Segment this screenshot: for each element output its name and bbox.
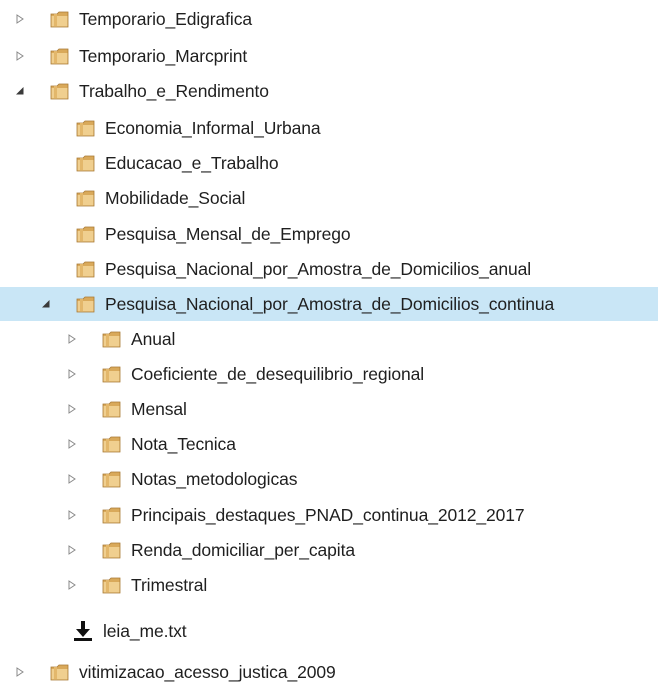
tree-item-coeficiente[interactable]: Coeficiente_de_desequilibrio_regional — [0, 357, 658, 391]
expand-arrow-icon[interactable] — [12, 655, 28, 689]
folder-icon — [76, 226, 95, 243]
folder-icon — [102, 366, 121, 383]
tree-item-label: Educacao_e_Trabalho — [105, 153, 279, 173]
tree-item-renda-domiciliar[interactable]: Renda_domiciliar_per_capita — [0, 533, 658, 567]
tree-item-economia-informal-urbana[interactable]: Economia_Informal_Urbana — [0, 111, 658, 145]
tree-item-label: Anual — [131, 329, 176, 349]
folder-icon — [102, 471, 121, 488]
tree-item-trimestral[interactable]: Trimestral — [0, 568, 658, 602]
tree-item-anual[interactable]: Anual — [0, 322, 658, 356]
collapse-arrow-icon[interactable] — [38, 287, 54, 321]
tree-item-label: Pesquisa_Mensal_de_Emprego — [105, 224, 351, 244]
folder-icon — [102, 331, 121, 348]
expand-arrow-icon[interactable] — [64, 357, 80, 391]
tree-item-label: Temporario_Marcprint — [79, 46, 248, 66]
tree-item-pnad-continua[interactable]: Pesquisa_Nacional_por_Amostra_de_Domicil… — [0, 287, 658, 321]
tree-item-label: Mobilidade_Social — [105, 188, 246, 208]
folder-icon — [76, 261, 95, 278]
expand-arrow-icon[interactable] — [64, 462, 80, 496]
tree-item-label: Nota_Tecnica — [131, 434, 236, 454]
folder-icon — [102, 577, 121, 594]
tree-item-label: Economia_Informal_Urbana — [105, 118, 321, 138]
folder-icon — [102, 436, 121, 453]
tree-item-vitimizacao[interactable]: vitimizacao_acesso_justica_2009 — [0, 655, 658, 689]
tree-item-leia-me[interactable]: leia_me.txt — [0, 614, 658, 648]
folder-icon — [102, 401, 121, 418]
folder-icon — [102, 542, 121, 559]
tree-item-mensal[interactable]: Mensal — [0, 392, 658, 426]
folder-icon — [76, 296, 95, 313]
expand-arrow-icon[interactable] — [64, 392, 80, 426]
tree-item-label: Trabalho_e_Rendimento — [79, 81, 269, 101]
tree-item-temporario-edigrafica[interactable]: Temporario_Edigrafica — [0, 2, 658, 36]
expand-arrow-icon[interactable] — [64, 427, 80, 461]
tree-item-label: Principais_destaques_PNAD_continua_2012_… — [131, 505, 525, 525]
expand-arrow-icon[interactable] — [64, 533, 80, 567]
tree-item-label: leia_me.txt — [103, 621, 187, 641]
tree-item-label: Notas_metodologicas — [131, 469, 298, 489]
expand-arrow-icon[interactable] — [12, 39, 28, 73]
folder-icon — [102, 507, 121, 524]
tree-item-notas-metodologicas[interactable]: Notas_metodologicas — [0, 462, 658, 496]
tree-item-pesquisa-mensal-de-emprego[interactable]: Pesquisa_Mensal_de_Emprego — [0, 217, 658, 251]
expand-arrow-icon[interactable] — [64, 568, 80, 602]
collapse-arrow-icon[interactable] — [12, 74, 28, 108]
tree-item-label: Trimestral — [131, 575, 208, 595]
file-tree: Temporario_Edigrafica Temporario_Marcpri… — [0, 0, 658, 690]
tree-item-label: vitimizacao_acesso_justica_2009 — [79, 662, 336, 682]
download-icon — [74, 621, 92, 641]
tree-item-label: Renda_domiciliar_per_capita — [131, 540, 355, 560]
tree-item-temporario-marcprint[interactable]: Temporario_Marcprint — [0, 39, 658, 73]
tree-item-educacao-e-trabalho[interactable]: Educacao_e_Trabalho — [0, 146, 658, 180]
folder-icon — [50, 664, 69, 681]
tree-item-mobilidade-social[interactable]: Mobilidade_Social — [0, 181, 658, 215]
folder-icon — [50, 83, 69, 100]
tree-item-nota-tecnica[interactable]: Nota_Tecnica — [0, 427, 658, 461]
tree-item-label: Mensal — [131, 399, 187, 419]
tree-item-pnad-anual[interactable]: Pesquisa_Nacional_por_Amostra_de_Domicil… — [0, 252, 658, 286]
tree-item-label: Coeficiente_de_desequilibrio_regional — [131, 364, 425, 384]
tree-item-label: Temporario_Edigrafica — [79, 9, 252, 29]
folder-icon — [76, 190, 95, 207]
folder-icon — [50, 48, 69, 65]
tree-item-label: Pesquisa_Nacional_por_Amostra_de_Domicil… — [105, 294, 555, 314]
tree-item-principais-destaques[interactable]: Principais_destaques_PNAD_continua_2012_… — [0, 498, 658, 532]
expand-arrow-icon[interactable] — [64, 322, 80, 356]
folder-icon — [76, 155, 95, 172]
tree-item-label: Pesquisa_Nacional_por_Amostra_de_Domicil… — [105, 259, 532, 279]
expand-arrow-icon[interactable] — [64, 498, 80, 532]
folder-icon — [50, 11, 69, 28]
folder-icon — [76, 120, 95, 137]
expand-arrow-icon[interactable] — [12, 2, 28, 36]
tree-item-trabalho-e-rendimento[interactable]: Trabalho_e_Rendimento — [0, 74, 658, 108]
